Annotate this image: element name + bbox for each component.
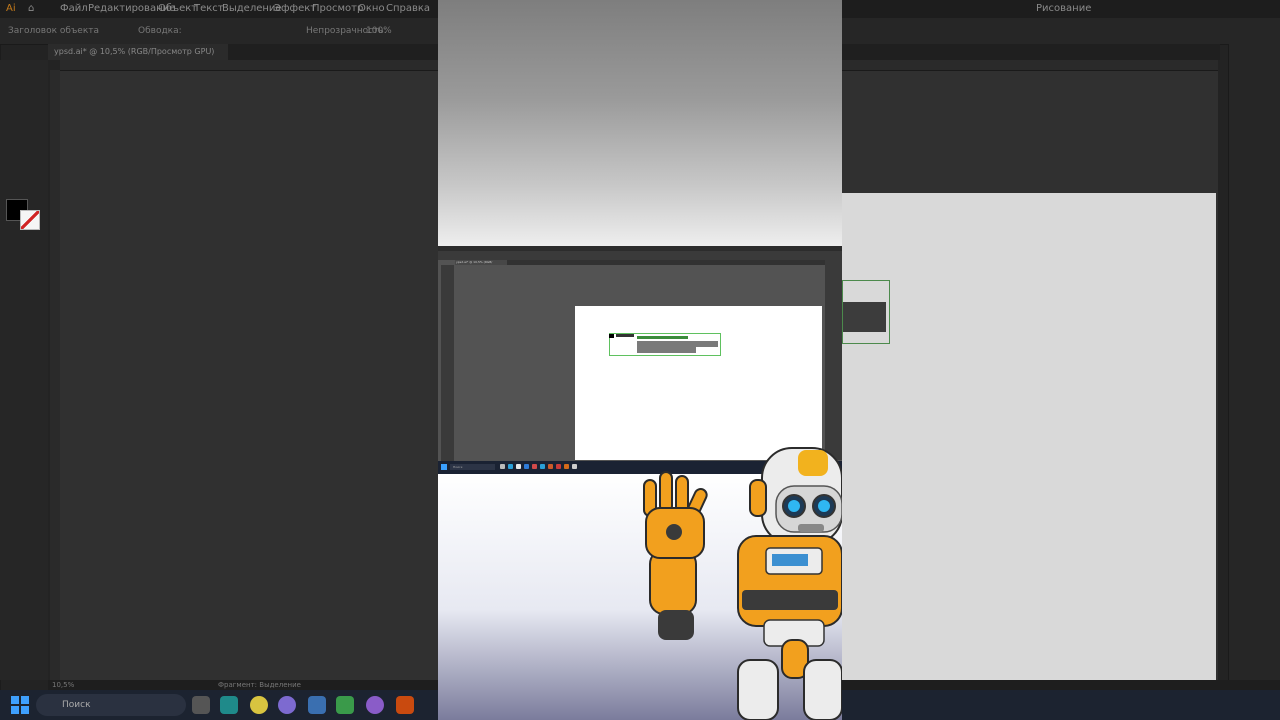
yandex-icon[interactable] bbox=[250, 696, 268, 714]
robot-body bbox=[737, 535, 842, 720]
robot-arm bbox=[643, 471, 708, 640]
video-panel: ypsd.ai* @ 10,5% (RGB/Просмотр GPU) Поис… bbox=[438, 0, 842, 720]
status-tool: Фрагмент: Выделение bbox=[218, 681, 301, 689]
app-icon-violet[interactable] bbox=[366, 696, 384, 714]
opacity-value[interactable]: 100% bbox=[366, 26, 392, 36]
mini-gray-bar-short bbox=[637, 347, 696, 353]
zoom-level[interactable]: 10,5% bbox=[52, 681, 74, 689]
selection-state: Заголовок объекта bbox=[8, 26, 100, 36]
stroke-swatch[interactable] bbox=[20, 210, 40, 230]
mini-task-icon bbox=[548, 464, 553, 469]
illustrator-taskbar-icon[interactable] bbox=[396, 696, 414, 714]
edge-icon[interactable] bbox=[220, 696, 238, 714]
app-icon-purple[interactable] bbox=[278, 696, 296, 714]
top-gradient bbox=[438, 0, 842, 246]
mini-task-icon bbox=[508, 464, 513, 469]
mini-task-icon bbox=[556, 464, 561, 469]
mini-task-icon bbox=[500, 464, 505, 469]
menu-select[interactable]: Выделение bbox=[222, 3, 282, 14]
mini-logo-text bbox=[616, 334, 634, 337]
stroke-label: Обводка: bbox=[138, 26, 182, 36]
menu-view[interactable]: Просмотр bbox=[312, 3, 363, 14]
menu-effect[interactable]: Эффект bbox=[274, 3, 316, 14]
app-icon-green[interactable] bbox=[336, 696, 354, 714]
mini-start-icon bbox=[441, 464, 447, 470]
mini-task-icon bbox=[540, 464, 545, 469]
app-icon-blue[interactable] bbox=[308, 696, 326, 714]
mini-properties-panel bbox=[825, 260, 842, 460]
mini-task-icon bbox=[532, 464, 537, 469]
mini-green-bar bbox=[637, 336, 688, 339]
tools-panel bbox=[0, 60, 48, 680]
task-view-icon[interactable] bbox=[192, 696, 210, 714]
ruler-vertical bbox=[50, 70, 60, 680]
mini-task-icon bbox=[524, 464, 529, 469]
menu-object[interactable]: Объект bbox=[158, 3, 197, 14]
menu-help[interactable]: Справка bbox=[386, 3, 430, 14]
menu-file[interactable]: Файл bbox=[60, 3, 88, 14]
taskbar-search[interactable]: Поиск bbox=[36, 694, 186, 716]
mini-tools-panel bbox=[441, 265, 454, 461]
artboard[interactable] bbox=[842, 193, 1216, 680]
selection-box bbox=[842, 280, 890, 344]
robot-mascot bbox=[643, 447, 842, 720]
mini-search: Поиск bbox=[450, 464, 495, 470]
mini-task-icon bbox=[564, 464, 569, 469]
mini-task-icon bbox=[516, 464, 521, 469]
robot-head bbox=[749, 447, 842, 545]
mini-tab-row bbox=[455, 260, 825, 265]
mini-document-tab[interactable]: ypsd.ai* @ 10,5% (RGB/Просмотр GPU) bbox=[455, 260, 507, 269]
mini-control-bar bbox=[438, 251, 842, 260]
mini-artboard bbox=[575, 306, 822, 460]
home-icon[interactable]: ⌂ bbox=[28, 3, 34, 14]
app-logo: Ai bbox=[6, 3, 16, 14]
mini-logo-mark bbox=[609, 334, 614, 338]
workspace-switcher[interactable]: Рисование bbox=[1036, 3, 1091, 14]
menu-text[interactable]: Текст bbox=[194, 3, 224, 14]
properties-panel bbox=[1228, 44, 1280, 680]
windows-start-icon[interactable] bbox=[11, 696, 29, 714]
mini-task-icon bbox=[572, 464, 577, 469]
menu-window[interactable]: Окно bbox=[358, 3, 385, 14]
document-tab[interactable]: ypsd.ai* @ 10,5% (RGB/Просмотр GPU) bbox=[48, 44, 228, 60]
